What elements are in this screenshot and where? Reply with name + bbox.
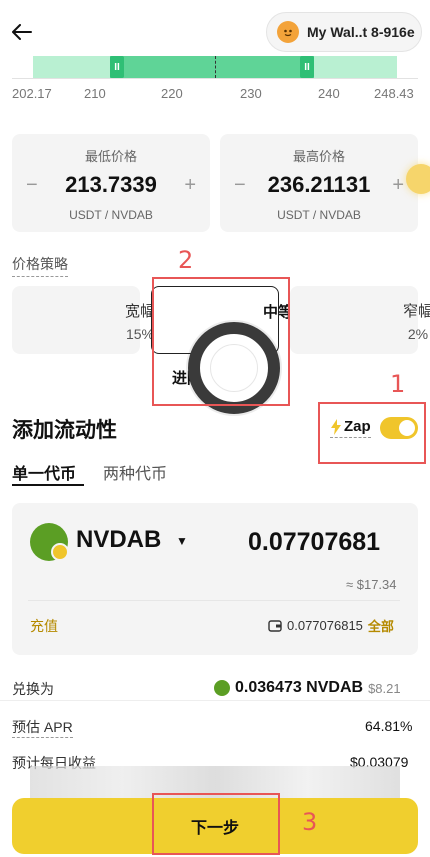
- card-divider: [28, 600, 400, 601]
- handle-grip-icon: II: [304, 61, 310, 73]
- zap-toggle[interactable]: [380, 417, 418, 439]
- apr-label: 预估 APR: [12, 717, 73, 738]
- annotation-number-1: 1: [390, 370, 406, 398]
- min-price-increase-button[interactable]: +: [184, 174, 196, 197]
- strategy-label: 价格策略: [12, 254, 68, 277]
- wallet-name: My Wal..t 8-916e: [307, 24, 415, 40]
- emoji-avatar-icon: [277, 21, 299, 43]
- active-tab-indicator: [12, 484, 84, 486]
- max-price-card: 最高价格 − 236.21131 + USDT / NVDAB: [220, 134, 418, 232]
- min-range-handle[interactable]: II: [110, 56, 124, 78]
- min-price-value[interactable]: 213.7339: [12, 172, 210, 198]
- wallet-selector[interactable]: My Wal..t 8-916e: [266, 12, 422, 52]
- convert-usd: $8.21: [368, 680, 401, 696]
- annotation-box-3: [152, 793, 280, 855]
- arrow-left-icon: [12, 24, 32, 40]
- min-price-unit: USDT / NVDAB: [69, 208, 153, 222]
- axis-tick: 248.43: [374, 86, 414, 101]
- max-price-increase-button[interactable]: +: [392, 174, 404, 197]
- axis-tick: 202.17: [12, 86, 52, 101]
- annotation-box-2: [152, 277, 290, 406]
- strategy-pct: 2%: [407, 326, 429, 342]
- token-balance: 0.077076815 全部: [268, 616, 394, 635]
- nvdab-token-icon: [214, 680, 230, 696]
- wallet-icon: [268, 619, 282, 632]
- balance-value: 0.077076815: [287, 618, 363, 633]
- deposit-link[interactable]: 充值: [30, 616, 58, 636]
- tab-single-token[interactable]: 单一代币: [12, 460, 76, 484]
- annotation-number-2: 2: [178, 246, 194, 274]
- max-price-value[interactable]: 236.21131: [220, 172, 418, 198]
- max-amount-button[interactable]: 全部: [368, 616, 394, 635]
- current-price-line: [215, 56, 216, 78]
- divider: [0, 700, 430, 701]
- tab-two-tokens[interactable]: 两种代币: [103, 460, 167, 484]
- price-range-selected: [110, 56, 314, 78]
- add-liquidity-title: 添加流动性: [12, 419, 117, 442]
- lightning-icon: [331, 418, 341, 435]
- min-price-card: 最低价格 − 213.7339 + USDT / NVDAB: [12, 134, 210, 232]
- convert-value: 0.036473 NVDAB $8.21: [214, 679, 401, 697]
- token-amount-input[interactable]: 0.07707681: [248, 528, 380, 557]
- chart-axis: [12, 78, 418, 79]
- convert-label: 兑换为: [12, 681, 54, 697]
- strategy-narrow[interactable]: 窄幅 2%: [290, 286, 430, 354]
- max-price-label: 最高价格: [292, 149, 345, 164]
- apr-value: 64.81%: [365, 718, 413, 734]
- convert-amount: 0.036473 NVDAB: [235, 679, 364, 696]
- handle-grip-icon: II: [114, 61, 120, 73]
- axis-tick: 210: [84, 86, 106, 101]
- strategy-wide[interactable]: 宽幅 15%: [12, 286, 155, 354]
- chain-badge-icon: [51, 543, 69, 561]
- min-price-label: 最低价格: [84, 149, 137, 164]
- zap-label: Zap: [330, 418, 371, 438]
- axis-tick: 240: [318, 86, 340, 101]
- token-selector[interactable]: NVDAB: [76, 526, 161, 554]
- axis-tick: 220: [161, 86, 183, 101]
- axis-tick: 230: [240, 86, 262, 101]
- max-range-handle[interactable]: II: [300, 56, 314, 78]
- floating-assistant-icon[interactable]: [406, 164, 430, 194]
- chevron-down-icon[interactable]: ▼: [176, 534, 188, 548]
- max-price-unit: USDT / NVDAB: [277, 208, 361, 222]
- annotation-number-3: 3: [302, 808, 318, 836]
- zap-text: Zap: [344, 418, 371, 435]
- back-button[interactable]: [8, 18, 36, 46]
- strategy-name: 窄幅: [402, 303, 430, 320]
- token-usd-value: ≈ $17.34: [346, 577, 397, 592]
